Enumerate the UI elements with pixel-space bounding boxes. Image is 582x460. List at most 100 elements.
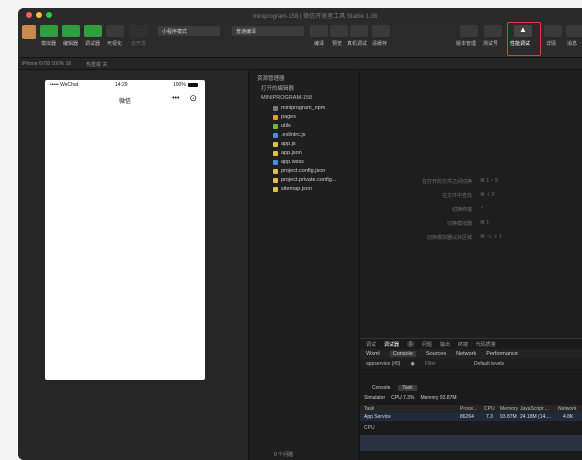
folder-icon xyxy=(273,123,278,129)
table-row[interactable]: App Service 86264 7.3 93.87M 24.18M (14.… xyxy=(360,413,582,421)
shortcut-label: 在打开的文件之间切换 xyxy=(421,179,472,185)
context-select[interactable]: appservice (#0) xyxy=(366,361,400,367)
messages-label: 消息 xyxy=(567,41,578,47)
device-select[interactable]: iPhone 6/7/8 100% 16 xyxy=(22,61,71,67)
details-label: 详情 xyxy=(546,41,557,47)
cpu-chart-label: CPU xyxy=(364,425,375,431)
clear-cache-button[interactable] xyxy=(372,25,390,37)
visual-toggle-button[interactable] xyxy=(106,25,124,37)
file-icon xyxy=(273,141,278,147)
tab-network[interactable]: Network xyxy=(456,351,476,357)
tab-output[interactable]: 输出 xyxy=(440,341,450,348)
debugger-toggle-button[interactable] xyxy=(84,25,102,37)
mode-select[interactable]: 小程序模式 xyxy=(158,26,220,36)
tab-code-quality[interactable]: 代码质量 xyxy=(476,341,496,348)
close-window-button[interactable] xyxy=(26,12,32,18)
table-cell: 24.18M (14.... xyxy=(520,414,551,420)
shortcut-keys: ⌘ 1 xyxy=(480,220,490,226)
tab-console-drawer[interactable]: Console xyxy=(372,385,390,391)
status-bar-text: 0 个问题 xyxy=(274,452,294,458)
visual-label: 可视化 xyxy=(107,41,123,47)
debug-top-tabs: 调试 调试器 1 问题 输出 终端 代码质量 xyxy=(360,339,582,349)
devtools-window: miniprogram-158 | 微信开发者工具 Stable 1.06 模拟… xyxy=(18,8,582,460)
file-icon xyxy=(273,168,278,174)
tab-sources[interactable]: Sources xyxy=(426,351,446,357)
more-icon[interactable]: ••• xyxy=(172,95,179,102)
messages-button[interactable] xyxy=(566,25,582,37)
tab-console[interactable]: Console xyxy=(389,351,416,357)
list-item[interactable]: utils xyxy=(273,122,291,130)
list-item[interactable]: project.private.config... xyxy=(273,176,336,184)
file-name: app.json xyxy=(281,150,302,156)
sub-bar: iPhone 6/7/8 100% 16 热重载 关 xyxy=(18,58,582,70)
list-item[interactable]: pages xyxy=(273,113,296,121)
title-bar: miniprogram-158 | 微信开发者工具 Stable 1.06 xyxy=(18,8,582,22)
remote-debug-label: 真机调试 xyxy=(347,41,368,47)
column-header[interactable]: JavaScript ... xyxy=(520,406,549,412)
hot-reload-select[interactable]: 热重载 关 xyxy=(86,61,107,68)
main-toolbar: 模拟器 编辑器 调试器 可视化 云开发 小程序模式 普通编译 编译 预览 真机调… xyxy=(18,22,582,58)
file-explorer: 资源管理器 打开的编辑器 MINIPROGRAM-158 miniprogram… xyxy=(248,70,360,460)
column-header[interactable]: Proce... xyxy=(460,406,477,412)
table-cell: 86264 xyxy=(460,414,474,420)
shortcut-row: 切换模拟器以外区域 ⌘ ⌥ ⇧ 1 xyxy=(360,234,582,242)
list-item[interactable]: app.wxss xyxy=(273,158,304,166)
column-header[interactable]: Network xyxy=(558,406,576,412)
tab-problems[interactable]: 问题 xyxy=(422,341,432,348)
maximize-window-button[interactable] xyxy=(46,12,52,18)
column-header[interactable]: Memory xyxy=(500,406,518,412)
cpu-summary: CPU 7.3% xyxy=(391,395,415,401)
devtools-tabs: Wxml Console Sources Network Performance xyxy=(360,349,582,359)
column-header[interactable]: CPU xyxy=(484,406,495,412)
tab-wxml[interactable]: Wxml xyxy=(366,351,380,357)
compile-select[interactable]: 普通编译 xyxy=(232,26,304,36)
folder-icon xyxy=(273,105,278,111)
project-root[interactable]: MINIPROGRAM-158 xyxy=(261,94,312,102)
open-editors-section[interactable]: 打开的编辑器 xyxy=(261,84,294,92)
simulator-select[interactable]: Simulator xyxy=(364,395,385,403)
version-manage-button[interactable] xyxy=(460,25,478,37)
preview-button[interactable] xyxy=(330,25,348,37)
shortcut-row: 在文件中查找 ⌘ ⇧ F xyxy=(360,192,582,200)
test-account-button[interactable] xyxy=(484,25,502,37)
test-account-label: 测试号 xyxy=(483,41,499,47)
record-icon[interactable]: ⊙ xyxy=(189,93,197,104)
compile-button[interactable] xyxy=(310,25,328,37)
memory-summary: Memory 93.87M xyxy=(420,395,457,401)
details-button[interactable] xyxy=(544,25,562,37)
tab-debugger[interactable]: 调试器 xyxy=(384,341,399,348)
editor-toggle-button[interactable] xyxy=(62,25,80,37)
filter-input[interactable]: Filter xyxy=(425,361,436,367)
list-item[interactable]: app.json xyxy=(273,149,302,157)
cloud-dev-button[interactable] xyxy=(130,25,148,37)
shortcut-keys: ⌘ 1 ~ 9 xyxy=(480,178,498,184)
file-icon xyxy=(273,132,278,138)
preview-label: 预览 xyxy=(332,41,343,47)
eye-icon[interactable]: ◉ xyxy=(410,361,414,367)
minimize-window-button[interactable] xyxy=(36,12,42,18)
highlight-box xyxy=(507,22,541,56)
explorer-header: 资源管理器 xyxy=(257,76,285,82)
list-item[interactable]: app.js xyxy=(273,140,296,148)
file-name: app.wxss xyxy=(281,159,304,165)
column-header[interactable]: Task xyxy=(364,406,374,412)
list-item[interactable]: .eslintrc.js xyxy=(273,131,305,139)
phone-screen[interactable]: ••••• WeChat 14:29 100% 微信 ••• ⊙ xyxy=(45,80,205,380)
list-item[interactable]: sitemap.json xyxy=(273,185,312,193)
clear-cache-label: 清缓存 xyxy=(372,41,388,47)
remote-debug-button[interactable] xyxy=(350,25,368,37)
tab-debug[interactable]: 调试 xyxy=(366,341,376,348)
file-icon xyxy=(273,177,278,183)
time-text: 14:29 xyxy=(115,82,128,88)
list-item[interactable]: project.config.json xyxy=(273,167,325,175)
menu-capsule[interactable]: ••• ⊙ xyxy=(172,93,197,104)
avatar[interactable] xyxy=(22,25,36,39)
file-name: project.private.config... xyxy=(281,177,337,183)
list-item[interactable]: miniprogram_npm xyxy=(273,104,325,112)
tab-terminal[interactable]: 终端 xyxy=(458,341,468,348)
levels-select[interactable]: Default levels xyxy=(474,361,504,367)
tab-task[interactable]: Task xyxy=(398,385,417,391)
tab-performance[interactable]: Performance xyxy=(486,351,518,357)
simulator-toggle-button[interactable] xyxy=(40,25,58,37)
editor-area[interactable]: 在打开的文件之间切换 ⌘ 1 ~ 9 在文件中查找 ⌘ ⇧ F 切换终端 ⌃ `… xyxy=(360,70,582,338)
